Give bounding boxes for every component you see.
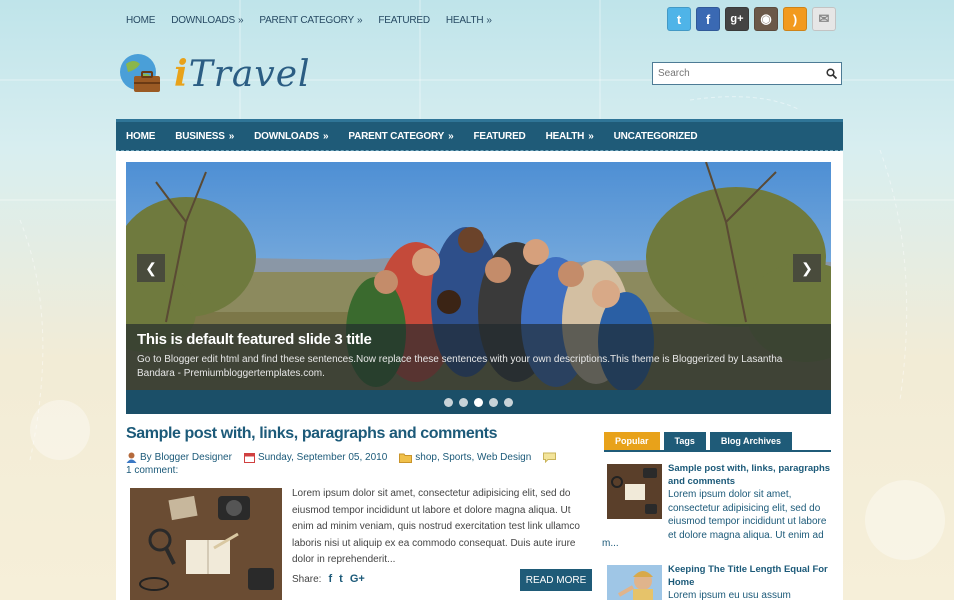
facebook-icon[interactable]: f <box>696 7 720 31</box>
popular-post: Keeping The Title Length Equal For Home … <box>604 563 831 600</box>
folder-icon <box>399 453 413 463</box>
share-label: Share: <box>292 573 322 585</box>
site-title-rest: Travel <box>188 54 311 95</box>
slider-dot-active[interactable] <box>474 397 483 407</box>
globe-suitcase-icon <box>120 54 160 92</box>
main-nav-uncategorized[interactable]: UNCATEGORIZED <box>604 131 708 142</box>
read-more-button[interactable]: READ MORE <box>520 569 592 591</box>
main-nav-uncategorized-label: UNCATEGORIZED <box>613 130 698 142</box>
slide-title[interactable]: This is default featured slide 3 title <box>137 331 820 348</box>
dropdown-arrow-icon: » <box>356 15 363 26</box>
main-nav-featured[interactable]: FEATURED <box>463 131 535 142</box>
comment-icon <box>543 452 557 463</box>
main-navigation: HOME BUSINESS» DOWNLOADS» PARENT CATEGOR… <box>116 119 843 151</box>
popular-post-excerpt: Lorem ipsum dolor sit amet, consectetur … <box>668 489 827 541</box>
post-author[interactable]: Blogger Designer <box>155 452 232 463</box>
top-nav-parent-category-label: PARENT CATEGORY <box>259 15 354 26</box>
calendar-icon <box>243 453 255 463</box>
post-title[interactable]: Sample post with, links, paragraphs and … <box>126 425 596 443</box>
email-icon[interactable]: ✉ <box>812 7 836 31</box>
featured-slider: ❮ ❯ This is default featured slide 3 tit… <box>126 162 831 414</box>
tab-blog-archives[interactable]: Blog Archives <box>709 432 793 450</box>
slider-prev-button[interactable]: ❮ <box>137 254 165 282</box>
top-nav-home-label: HOME <box>126 15 156 26</box>
popular-post-excerpt-more: m... <box>602 538 619 549</box>
top-nav-downloads[interactable]: DOWNLOADS» <box>163 12 251 29</box>
top-nav-health[interactable]: HEALTH» <box>438 12 500 29</box>
top-nav-parent-category[interactable]: PARENT CATEGORY» <box>251 12 370 29</box>
tab-tags[interactable]: Tags <box>663 432 706 450</box>
slider-dot[interactable] <box>444 397 453 407</box>
instagram-icon[interactable]: ◉ <box>754 7 778 31</box>
search-input[interactable] <box>653 68 821 79</box>
user-icon <box>126 452 137 463</box>
popular-post-thumbnail[interactable] <box>607 565 662 600</box>
slider-pagination <box>126 390 831 414</box>
main-nav-home[interactable]: HOME <box>116 131 165 142</box>
tab-underline <box>604 450 831 452</box>
top-nav-featured-label: FEATURED <box>378 15 430 26</box>
dropdown-arrow-icon: » <box>237 15 244 26</box>
slide-description: Go to Blogger edit html and find these s… <box>137 354 783 379</box>
top-navigation: HOME DOWNLOADS» PARENT CATEGORY» FEATURE… <box>118 12 500 29</box>
popular-post-excerpt: Lorem ipsum eu usu assum <box>668 590 791 600</box>
site-title: iTravel <box>174 53 311 95</box>
popular-post-title[interactable]: Keeping The Title Length Equal For Home <box>668 563 831 589</box>
main-nav-home-label: HOME <box>126 130 156 142</box>
twitter-icon[interactable]: t <box>667 7 691 31</box>
site-logo[interactable]: iTravel <box>116 52 311 96</box>
social-icons: t f g+ ◉ ) ✉ <box>667 7 836 31</box>
main-nav-business[interactable]: BUSINESS» <box>165 131 244 142</box>
post-date: Sunday, September 05, 2010 <box>257 452 388 463</box>
share-facebook-icon[interactable]: f <box>328 573 332 585</box>
google-plus-icon[interactable]: g+ <box>725 7 749 31</box>
site-title-i: i <box>174 53 189 95</box>
chevron-left-icon: ❮ <box>145 259 157 276</box>
dropdown-arrow-icon: » <box>448 130 454 142</box>
popular-post: Sample post with, links, paragraphs and … <box>602 462 831 552</box>
main-nav-health-label: HEALTH <box>545 130 585 142</box>
top-nav-home[interactable]: HOME <box>118 12 163 29</box>
post-thumbnail[interactable] <box>130 488 282 600</box>
comment-count[interactable]: 1 comment: <box>126 465 596 476</box>
post-article: Sample post with, links, paragraphs and … <box>126 425 596 600</box>
slider-dot[interactable] <box>504 397 513 407</box>
chevron-right-icon: ❯ <box>801 259 813 276</box>
main-nav-downloads[interactable]: DOWNLOADS» <box>244 131 338 142</box>
rss-icon[interactable]: ) <box>783 7 807 31</box>
search-button[interactable] <box>821 63 841 84</box>
top-nav-health-label: HEALTH <box>445 15 484 26</box>
main-nav-downloads-label: DOWNLOADS <box>254 130 319 142</box>
slide-caption: This is default featured slide 3 title G… <box>126 324 831 390</box>
dropdown-arrow-icon: » <box>322 130 329 142</box>
popular-post-thumbnail[interactable] <box>607 464 662 519</box>
main-nav-business-label: BUSINESS <box>175 130 225 142</box>
content-area: ❮ ❯ This is default featured slide 3 tit… <box>116 151 843 600</box>
dropdown-arrow-icon: » <box>228 130 235 142</box>
share-bar: Share: f t G+ <box>292 573 365 585</box>
author-prefix: By <box>140 452 152 463</box>
top-nav-downloads-label: DOWNLOADS <box>171 15 235 26</box>
main-nav-health[interactable]: HEALTH» <box>536 131 604 142</box>
main-nav-featured-label: FEATURED <box>473 130 526 142</box>
top-nav-featured[interactable]: FEATURED <box>370 12 438 29</box>
slider-dot[interactable] <box>459 397 468 407</box>
dropdown-arrow-icon: » <box>588 130 594 142</box>
share-twitter-icon[interactable]: t <box>339 573 343 585</box>
slider-next-button[interactable]: ❯ <box>793 254 821 282</box>
sidebar-tabs: Popular Tags Blog Archives <box>604 432 793 450</box>
search-box <box>652 62 842 85</box>
post-labels[interactable]: shop, Sports, Web Design <box>415 452 531 463</box>
dropdown-arrow-icon: » <box>486 15 492 26</box>
share-google-plus-icon[interactable]: G+ <box>350 573 365 585</box>
post-excerpt: Lorem ipsum dolor sit amet, consectetur … <box>292 488 580 565</box>
slider-dot[interactable] <box>489 397 498 407</box>
post-meta: By Blogger Designer Sunday, September 05… <box>126 452 596 463</box>
search-icon <box>825 68 837 79</box>
main-nav-parent-category[interactable]: PARENT CATEGORY» <box>338 131 463 142</box>
popular-post-title[interactable]: Sample post with, links, paragraphs and … <box>668 462 831 488</box>
tab-popular[interactable]: Popular <box>604 432 660 450</box>
main-nav-parent-category-label: PARENT CATEGORY <box>348 130 445 142</box>
